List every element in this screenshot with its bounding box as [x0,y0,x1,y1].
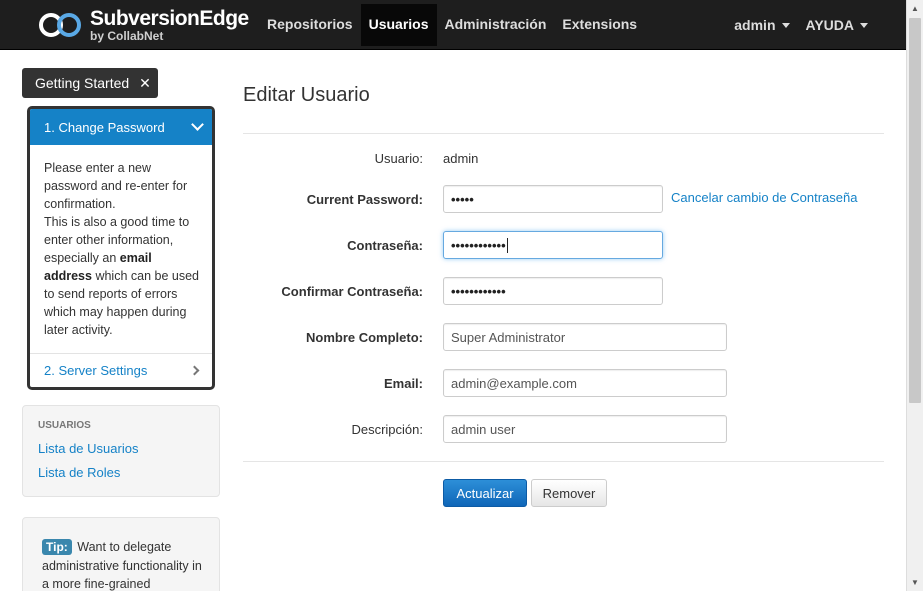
caret-down-icon [781,22,790,28]
tip-box: Tip: Want to delegate administrative fun… [22,517,220,591]
vertical-scrollbar[interactable]: ▲ ▼ [906,0,923,591]
top-navbar: SubversionEdge by CollabNet Repositorios… [0,0,906,50]
text-cursor [506,237,508,253]
password-field[interactable]: •••••••••••• [443,231,663,259]
scrollbar-thumb[interactable] [909,18,921,403]
password-label: Contraseña: [347,238,423,253]
step1-text-2: This is also a good time to enter other … [44,215,190,265]
email-field[interactable]: admin@example.com [443,369,727,397]
side-link-role-list[interactable]: Lista de Roles [38,461,204,485]
scroll-up-arrow-icon[interactable]: ▲ [907,0,923,17]
side-menu-heading: USUARIOS [38,420,91,431]
getting-started-label: Getting Started [35,75,130,91]
email-value: admin@example.com [451,375,577,391]
confirm-password-value: •••••••••••• [451,283,506,299]
confirm-password-label: Confirmar Contraseña: [281,284,423,299]
brand[interactable]: SubversionEdge by CollabNet [36,7,249,43]
update-button[interactable]: Actualizar [443,479,527,507]
user-menu[interactable]: admin [726,4,797,46]
password-value: •••••••••••• [451,237,506,253]
help-menu-label: AYUDA [805,16,855,33]
nav-administracion[interactable]: Administración [437,4,555,46]
confirm-password-field[interactable]: •••••••••••• [443,277,663,305]
page-title: Editar Usuario [243,84,370,106]
current-password-field[interactable]: ••••• [443,185,663,213]
fullname-label: Nombre Completo: [306,330,423,345]
help-menu[interactable]: AYUDA [798,4,877,46]
divider [243,461,884,462]
description-value: admin user [451,421,516,437]
chevron-down-icon [191,118,204,131]
users-side-menu: USUARIOS Lista de Usuarios Lista de Role… [22,405,220,497]
caret-down-icon [860,22,868,28]
remove-button[interactable]: Remover [531,479,607,507]
step2-label: 2. Server Settings [44,363,148,378]
username-label: Usuario: [374,151,423,166]
description-label: Descripción: [351,422,423,437]
brand-subtitle: by CollabNet [90,29,164,43]
getting-started-panel: 1. Change Password Please enter a new pa… [27,106,215,390]
current-password-label: Current Password: [306,192,423,207]
fullname-field[interactable]: Super Administrator [443,323,727,351]
fullname-value: Super Administrator [451,329,566,345]
step-change-password[interactable]: 1. Change Password [30,109,212,145]
step1-text-1: Please enter a new password and re-enter… [44,161,188,211]
cancel-password-change-link[interactable]: Cancelar cambio de Contraseña [671,190,857,205]
chevron-right-icon [189,365,200,376]
current-password-value: ••••• [451,191,474,207]
step1-label: 1. Change Password [44,119,165,135]
nav-usuarios[interactable]: Usuarios [360,4,437,46]
main-nav: Repositorios Usuarios Administración Ext… [259,4,645,46]
email-label: Email: [383,376,423,391]
step-server-settings[interactable]: 2. Server Settings [30,353,212,387]
scroll-down-arrow-icon[interactable]: ▼ [907,574,923,591]
tip-label: Tip: [42,539,72,555]
getting-started-button[interactable]: Getting Started ✕ [22,68,158,98]
step1-description: Please enter a new password and re-enter… [30,145,212,353]
description-field[interactable]: admin user [443,415,727,443]
user-menu-label: admin [734,16,776,33]
subversionedge-logo-icon [39,13,81,37]
brand-title: SubversionEdge [90,7,249,30]
nav-right: admin AYUDA [726,4,876,46]
side-link-user-list[interactable]: Lista de Usuarios [38,437,204,461]
divider [243,133,884,134]
nav-extensions[interactable]: Extensions [554,4,645,46]
username-value: admin [443,151,479,166]
close-icon[interactable]: ✕ [139,75,151,92]
nav-repositorios[interactable]: Repositorios [259,4,361,46]
